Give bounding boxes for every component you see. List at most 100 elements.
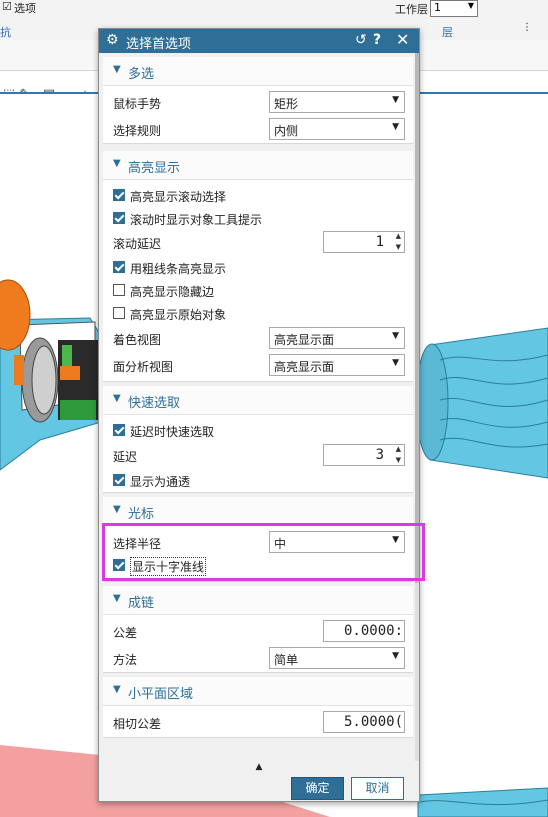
section-chain: ▼ 成链 公差 0.0000: 方法 简单 ▼ <box>103 586 413 673</box>
mouse-gesture-dropdown[interactable]: 矩形 ▼ <box>269 91 405 113</box>
close-icon[interactable]: ✕ <box>396 30 409 49</box>
checkbox-box[interactable] <box>113 189 125 201</box>
ribbon-more-icon[interactable]: ⋮ <box>522 22 532 33</box>
section-title: 快速选取 <box>128 396 181 411</box>
section-header-quickpick[interactable]: ▼ 快速选取 <box>103 386 413 415</box>
dropdown-value: 简单 <box>274 653 299 667</box>
checkbox-label: 显示为通透 <box>130 475 191 489</box>
checkbox-label: 高亮显示隐藏边 <box>130 285 215 299</box>
face-analysis-dropdown[interactable]: 高亮显示面 ▼ <box>269 354 405 376</box>
section-title: 小平面区域 <box>128 687 194 702</box>
chevron-up-icon[interactable]: ▲ <box>256 762 263 772</box>
section-highlight: ▼ 高亮显示 高亮显示滚动选择 滚动时显示对象工具提示 滚动延迟 1 ▲ ▼ 用… <box>103 151 413 382</box>
section-title: 光标 <box>128 507 155 522</box>
section-multi-select: ▼ 多选 鼠标手势 矩形 ▼ 选择规则 内侧 ▼ <box>103 57 413 144</box>
reset-icon[interactable]: ↺ <box>355 32 367 48</box>
collapse-arrow-icon: ▼ <box>113 64 121 75</box>
delay-spinner[interactable]: 3 ▲ ▼ <box>323 444 405 466</box>
dialog-footer: 确定 取消 <box>99 773 419 801</box>
checkbox-box[interactable] <box>113 261 125 273</box>
dialog-titlebar[interactable]: ⚙ 选择首选项 ↺ ? ✕ <box>99 29 419 53</box>
dropdown-value: 高亮显示面 <box>274 333 335 347</box>
section-header-cursor[interactable]: ▼ 光标 <box>103 497 413 526</box>
tangent-tolerance-input[interactable]: 5.0000( <box>323 711 405 733</box>
green-part <box>60 400 96 420</box>
checkbox-box[interactable] <box>113 212 125 224</box>
section-facet-region: ▼ 小平面区域 相切公差 5.0000( <box>103 677 413 738</box>
section-header-chain[interactable]: ▼ 成链 <box>103 586 413 615</box>
green-part-small <box>62 345 72 367</box>
collapse-arrow-icon: ▼ <box>113 684 121 695</box>
checkbox-box[interactable] <box>113 307 125 319</box>
input-value[interactable]: 0.0000: <box>344 623 403 639</box>
collapse-arrow-icon: ▼ <box>113 504 121 515</box>
checkbox-label: 延迟时快速选取 <box>130 425 215 439</box>
checkbox-label: 滚动时显示对象工具提示 <box>130 213 263 227</box>
section-title: 成链 <box>128 596 155 611</box>
section-title: 高亮显示 <box>128 161 181 176</box>
spin-up-icon[interactable]: ▲ <box>396 445 401 453</box>
face-analysis-label: 面分析视图 <box>113 360 174 374</box>
spin-down-icon[interactable]: ▼ <box>396 243 401 251</box>
scroll-delay-spinner[interactable]: 1 ▲ ▼ <box>323 231 405 253</box>
workspace-select[interactable]: 1 ▼ <box>430 0 478 17</box>
workspace-label: 工作层 <box>395 3 428 16</box>
select-rule-dropdown[interactable]: 内侧 ▼ <box>269 118 405 140</box>
checkbox-label: 高亮显示原始对象 <box>130 308 227 322</box>
scroll-delay-label: 滚动延迟 <box>113 237 162 251</box>
dropdown-value: 内侧 <box>274 124 299 138</box>
spinner-value[interactable]: 3 <box>376 447 384 463</box>
dialog-body: ▼ 多选 鼠标手势 矩形 ▼ 选择规则 内侧 ▼ ▼ 高亮显示 高亮显示滚动选择 <box>99 53 415 761</box>
dialog-scrollbar[interactable] <box>415 53 419 761</box>
cancel-button[interactable]: 取消 <box>351 777 404 800</box>
spinner-value[interactable]: 1 <box>376 234 384 250</box>
section-header-facet[interactable]: ▼ 小平面区域 <box>103 677 413 706</box>
dropdown-value: 高亮显示面 <box>274 360 335 374</box>
section-header-highlight[interactable]: ▼ 高亮显示 <box>103 151 413 180</box>
help-icon[interactable]: ? <box>373 32 381 48</box>
checkbox-label: 用粗线条高亮显示 <box>130 262 227 276</box>
group-label-layer: 层 <box>442 26 453 39</box>
checkbox-label: 高亮显示滚动选择 <box>130 190 227 204</box>
select-preferences-dialog: ⚙ 选择首选项 ↺ ? ✕ ▼ 多选 鼠标手势 矩形 ▼ 选择规则 内侧 ▼ ▼… <box>98 28 420 802</box>
right-cylinder-end <box>415 343 449 461</box>
section-header-multi[interactable]: ▼ 多选 <box>103 57 413 86</box>
collapse-toggle[interactable]: ▲ <box>99 761 419 773</box>
options-label[interactable]: 选项 <box>14 0 36 16</box>
chevron-down-icon: ▼ <box>392 122 399 132</box>
checkbox-box[interactable] <box>113 424 125 436</box>
tolerance-input[interactable]: 0.0000: <box>323 620 405 642</box>
scrollbar-thumb[interactable] <box>415 53 419 583</box>
chevron-down-icon: ▼ <box>467 1 474 10</box>
options-icon[interactable]: ☑ <box>2 0 12 13</box>
collapse-arrow-icon: ▼ <box>113 393 121 404</box>
ok-button[interactable]: 确定 <box>291 777 344 800</box>
dropdown-value: 矩形 <box>274 97 299 111</box>
delay-label: 延迟 <box>113 450 138 464</box>
shaded-view-dropdown[interactable]: 高亮显示面 ▼ <box>269 327 405 349</box>
tolerance-label: 公差 <box>113 626 138 640</box>
checkbox-box[interactable] <box>113 474 125 486</box>
spin-down-icon[interactable]: ▼ <box>396 456 401 464</box>
gear-icon: ⚙ <box>106 32 119 48</box>
spin-up-icon[interactable]: ▲ <box>396 232 401 240</box>
checkbox-box[interactable] <box>113 284 125 296</box>
chevron-down-icon: ▼ <box>392 95 399 105</box>
input-value[interactable]: 5.0000( <box>344 714 403 730</box>
dialog-title: 选择首选项 <box>126 37 192 52</box>
method-label: 方法 <box>113 653 138 667</box>
chevron-down-icon: ▼ <box>392 358 399 368</box>
workspace-value: 1 <box>434 1 441 14</box>
collapse-arrow-icon: ▼ <box>113 158 121 169</box>
shaded-view-label: 着色视图 <box>113 333 162 347</box>
mouse-gesture-label: 鼠标手势 <box>113 97 162 111</box>
section-title: 多选 <box>128 67 155 82</box>
group-label-left: 抗 <box>0 26 11 39</box>
chevron-down-icon: ▼ <box>392 331 399 341</box>
gray-disk-inner <box>31 345 57 415</box>
chevron-down-icon: ▼ <box>392 651 399 661</box>
method-dropdown[interactable]: 简单 ▼ <box>269 647 405 669</box>
orange-part-2 <box>60 366 80 380</box>
orange-part <box>14 355 24 385</box>
collapse-arrow-icon: ▼ <box>113 593 121 604</box>
